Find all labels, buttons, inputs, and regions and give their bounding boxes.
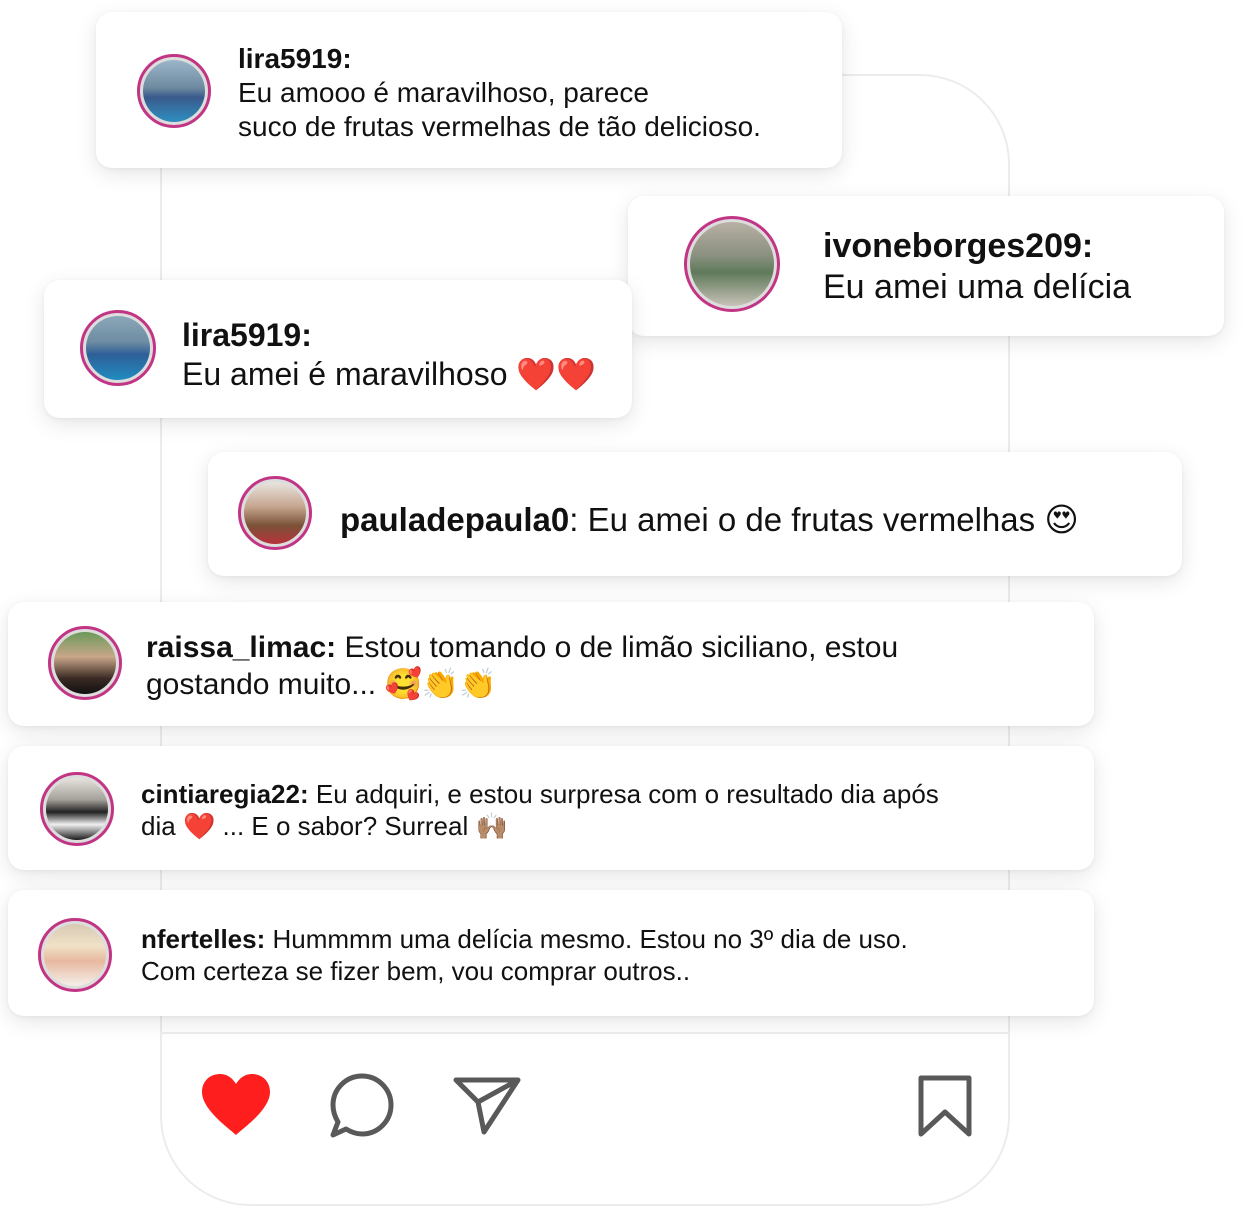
bookmark-icon[interactable] (916, 1074, 974, 1138)
comment-bubble-icon[interactable] (328, 1072, 396, 1140)
avatar[interactable] (40, 772, 114, 846)
comment-card: lira5919: Eu amei é maravilhoso ❤️❤️ (44, 280, 632, 418)
comment-card: raissa_limac: Estou tomando o de limão s… (8, 602, 1094, 726)
heart-icon[interactable] (200, 1072, 272, 1138)
comment-text: ... E o sabor? Surreal (215, 810, 469, 841)
heart-eyes-emoji: 😍 (1044, 500, 1079, 539)
comment-username[interactable]: nfertelles: (141, 924, 265, 954)
comment-card: nfertelles: Hummmm uma delícia mesmo. Es… (8, 890, 1094, 1016)
send-icon[interactable] (452, 1076, 522, 1136)
comment-card: cintiaregia22: Eu adquiri, e estou surpr… (8, 746, 1094, 870)
comment-username[interactable]: pauladepaula0 (340, 501, 569, 538)
heart-emoji: ❤️❤️ (516, 355, 597, 394)
heart-emoji: ❤️ (182, 811, 216, 842)
avatar[interactable] (38, 918, 112, 992)
comment-text: : Eu amei o de frutas vermelhas (569, 501, 1036, 538)
comment-text: suco de frutas vermelhas de tão delicios… (238, 111, 761, 143)
raised-hands-emoji: 🙌🏽 (475, 811, 508, 842)
avatar[interactable] (80, 310, 156, 386)
comment-card: lira5919: Eu amooo é maravilhoso, parece… (96, 12, 842, 168)
comment-text: Eu adquiri, e estou surpresa com o resul… (308, 779, 939, 809)
avatar[interactable] (238, 476, 312, 550)
emoji-reaction: 🥰👏👏 (384, 666, 497, 702)
comment-username[interactable]: ivoneborges209: (823, 226, 1131, 267)
comment-text: Com certeza se fizer bem, vou comprar ou… (141, 955, 691, 986)
comment-username[interactable]: lira5919: (182, 316, 596, 355)
comment-text: Eu amei uma delícia (823, 268, 1132, 307)
comment-text: Eu amooo é maravilhoso, parece (238, 77, 649, 109)
avatar[interactable] (684, 216, 780, 312)
comment-username[interactable]: cintiaregia22: (141, 779, 309, 809)
avatar[interactable] (137, 54, 211, 128)
comment-text: Hummmm uma delícia mesmo. Estou no 3º di… (265, 924, 908, 954)
comment-text: gostando muito... (146, 667, 377, 701)
avatar[interactable] (48, 626, 122, 700)
comment-text: dia (141, 810, 176, 841)
comment-username[interactable]: raissa_limac: (146, 631, 336, 664)
comment-username[interactable]: lira5919: (238, 42, 761, 76)
comment-text: Eu amei é maravilhoso (182, 356, 508, 393)
comment-card: pauladepaula0: Eu amei o de frutas verme… (208, 452, 1182, 576)
comment-text: Estou tomando o de limão siciliano, esto… (336, 631, 899, 664)
action-bar-divider (160, 1032, 1010, 1034)
comment-card: ivoneborges209: Eu amei uma delícia (628, 196, 1224, 336)
